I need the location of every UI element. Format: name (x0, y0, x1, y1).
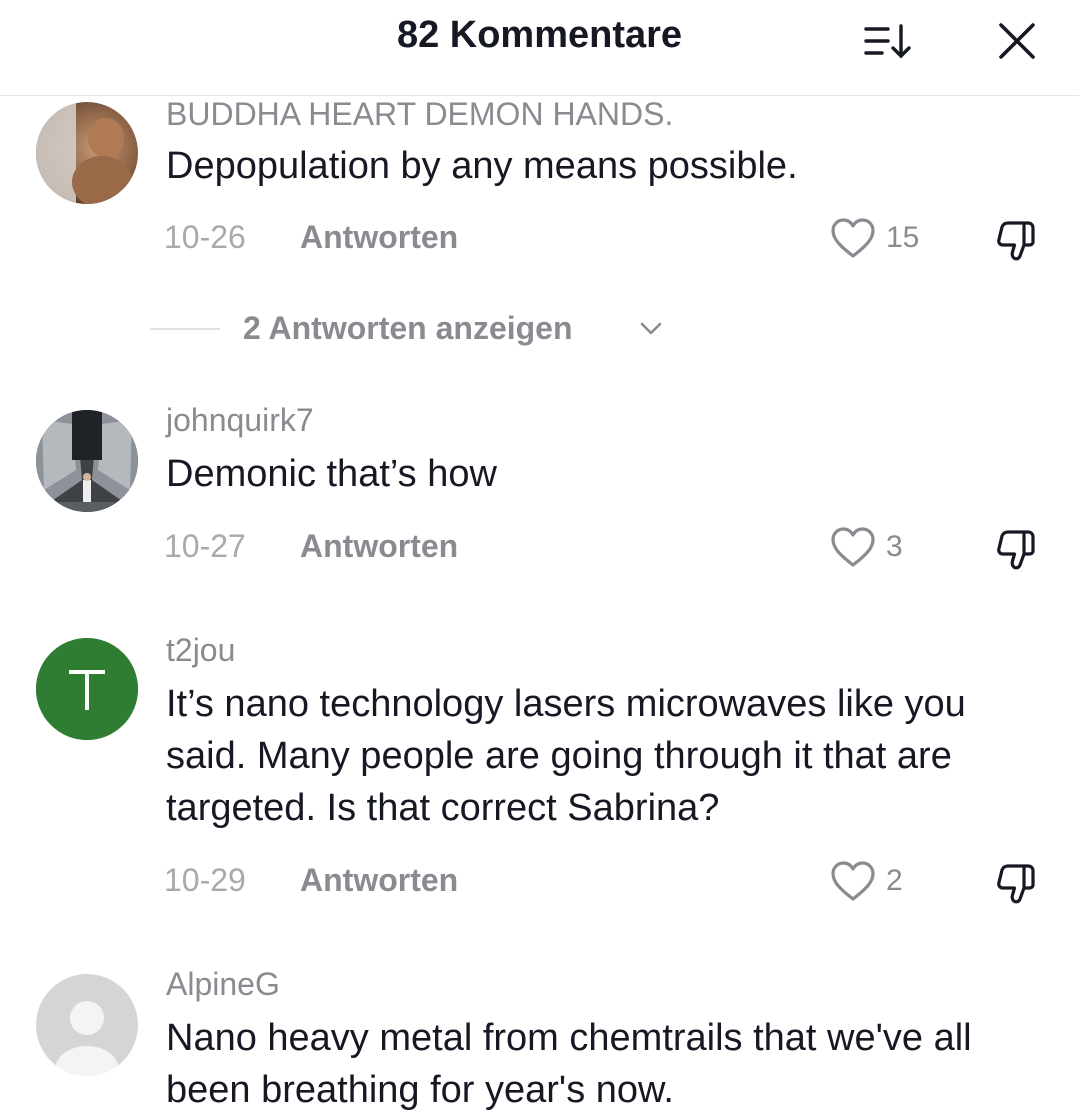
comments-panel: 82 Kommentare BUDDHA HEART DEMON HANDS. … (0, 0, 1079, 1120)
close-icon (999, 23, 1035, 59)
comment-date: 10-29 (164, 862, 246, 898)
like-count: 2 (886, 864, 903, 897)
comment-text: Depopulation by any means possible. (166, 145, 798, 187)
dislike-button[interactable] (992, 527, 1042, 573)
avatar[interactable] (36, 410, 138, 512)
default-avatar-icon (36, 974, 138, 1076)
sort-button[interactable] (860, 18, 916, 64)
close-button[interactable] (994, 18, 1040, 64)
chevron-down-icon (640, 322, 662, 335)
heart-icon (831, 861, 875, 901)
comment-text: Demonic that’s how (166, 453, 497, 495)
comment-username[interactable]: johnquirk7 (166, 402, 314, 439)
dislike-button[interactable] (992, 861, 1042, 907)
like-count: 15 (886, 221, 920, 254)
comments-header: 82 Kommentare (0, 0, 1079, 96)
reply-button[interactable]: Antworten (300, 528, 458, 565)
comment-username[interactable]: t2jou (166, 632, 235, 669)
thumbs-down-icon (997, 221, 1035, 261)
comment-date: 10-26 (164, 219, 246, 255)
avatar[interactable] (36, 638, 138, 740)
thumbs-down-icon (997, 864, 1035, 904)
view-replies-button[interactable]: 2 Antworten anzeigen (243, 310, 573, 347)
reply-button[interactable]: Antworten (300, 219, 458, 256)
sort-descending-icon (864, 24, 911, 59)
comment-text: It’s nano technology lasers microwaves l… (166, 683, 966, 829)
like-button[interactable]: 2 (830, 860, 930, 904)
comment-username[interactable]: AlpineG (166, 966, 280, 1003)
avatar[interactable] (36, 102, 138, 204)
heart-icon (831, 527, 875, 567)
avatar[interactable] (36, 974, 138, 1076)
view-replies-row[interactable]: 2 Antworten anzeigen (150, 308, 750, 352)
thumbs-down-icon (997, 530, 1035, 570)
comment-text: Nano heavy metal from chemtrails that we… (166, 1017, 972, 1111)
heart-icon (831, 218, 875, 258)
comment-date: 10-27 (164, 528, 246, 564)
like-button[interactable]: 3 (830, 526, 930, 570)
divider-line (150, 328, 220, 330)
dislike-button[interactable] (992, 218, 1042, 264)
reply-button[interactable]: Antworten (300, 862, 458, 899)
like-button[interactable]: 15 (830, 217, 930, 261)
comments-count-title: 82 Kommentare (396, 14, 683, 56)
like-count: 3 (886, 530, 903, 563)
comment-username[interactable]: BUDDHA HEART DEMON HANDS. (166, 96, 673, 133)
